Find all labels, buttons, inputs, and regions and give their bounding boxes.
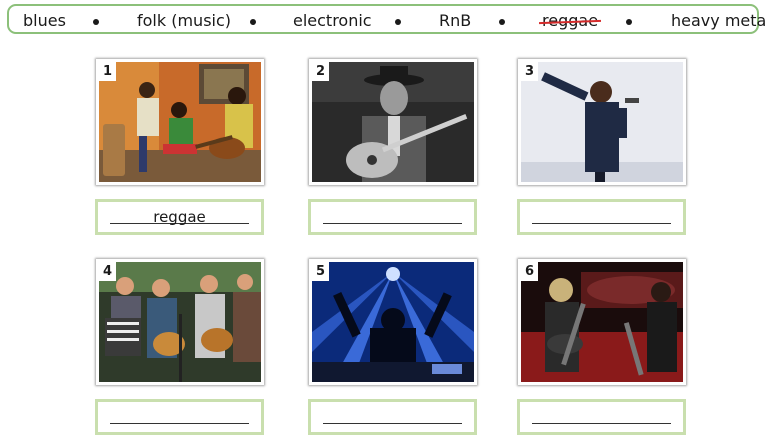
item-number: 6 bbox=[521, 262, 538, 281]
reggae-band-photo: 1 bbox=[96, 59, 264, 185]
answer-line bbox=[532, 423, 671, 424]
answer-box-6[interactable] bbox=[517, 399, 686, 435]
electronic-dj-photo: 5 bbox=[309, 259, 477, 385]
bullet-icon bbox=[499, 19, 505, 25]
item-number: 4 bbox=[99, 262, 116, 281]
answer-box-2[interactable] bbox=[308, 199, 477, 235]
answer-line bbox=[323, 423, 462, 424]
heavy-metal-band-photo: 6 bbox=[518, 259, 686, 385]
word-rnb: RnB bbox=[439, 11, 472, 30]
word-blues: blues bbox=[23, 11, 66, 30]
word-bank: blues folk (music) electronic RnB reggae… bbox=[7, 4, 767, 34]
answer-text: reggae bbox=[153, 208, 206, 226]
answer-box-5[interactable] bbox=[308, 399, 477, 435]
rnb-singer-photo: 3 bbox=[518, 59, 686, 185]
answer-box-1[interactable]: reggae bbox=[95, 199, 264, 235]
word-heavy-metal: heavy metal bbox=[671, 11, 767, 30]
bullet-icon bbox=[395, 19, 401, 25]
blues-guitarist-photo: 2 bbox=[309, 59, 477, 185]
answer-line bbox=[110, 423, 249, 424]
bullet-icon bbox=[93, 19, 99, 25]
bullet-icon bbox=[626, 19, 632, 25]
word-folk: folk (music) bbox=[137, 11, 232, 30]
word-electronic: electronic bbox=[293, 11, 372, 30]
answer-line bbox=[323, 223, 462, 224]
bullet-icon bbox=[250, 19, 256, 25]
answer-line bbox=[532, 223, 671, 224]
item-number: 3 bbox=[521, 62, 538, 81]
item-number: 1 bbox=[99, 62, 116, 81]
item-number: 5 bbox=[312, 262, 329, 281]
answer-box-3[interactable] bbox=[517, 199, 686, 235]
answer-box-4[interactable] bbox=[95, 399, 264, 435]
folk-band-photo: 4 bbox=[96, 259, 264, 385]
word-reggae-crossed: reggae bbox=[538, 11, 602, 31]
item-number: 2 bbox=[312, 62, 329, 81]
